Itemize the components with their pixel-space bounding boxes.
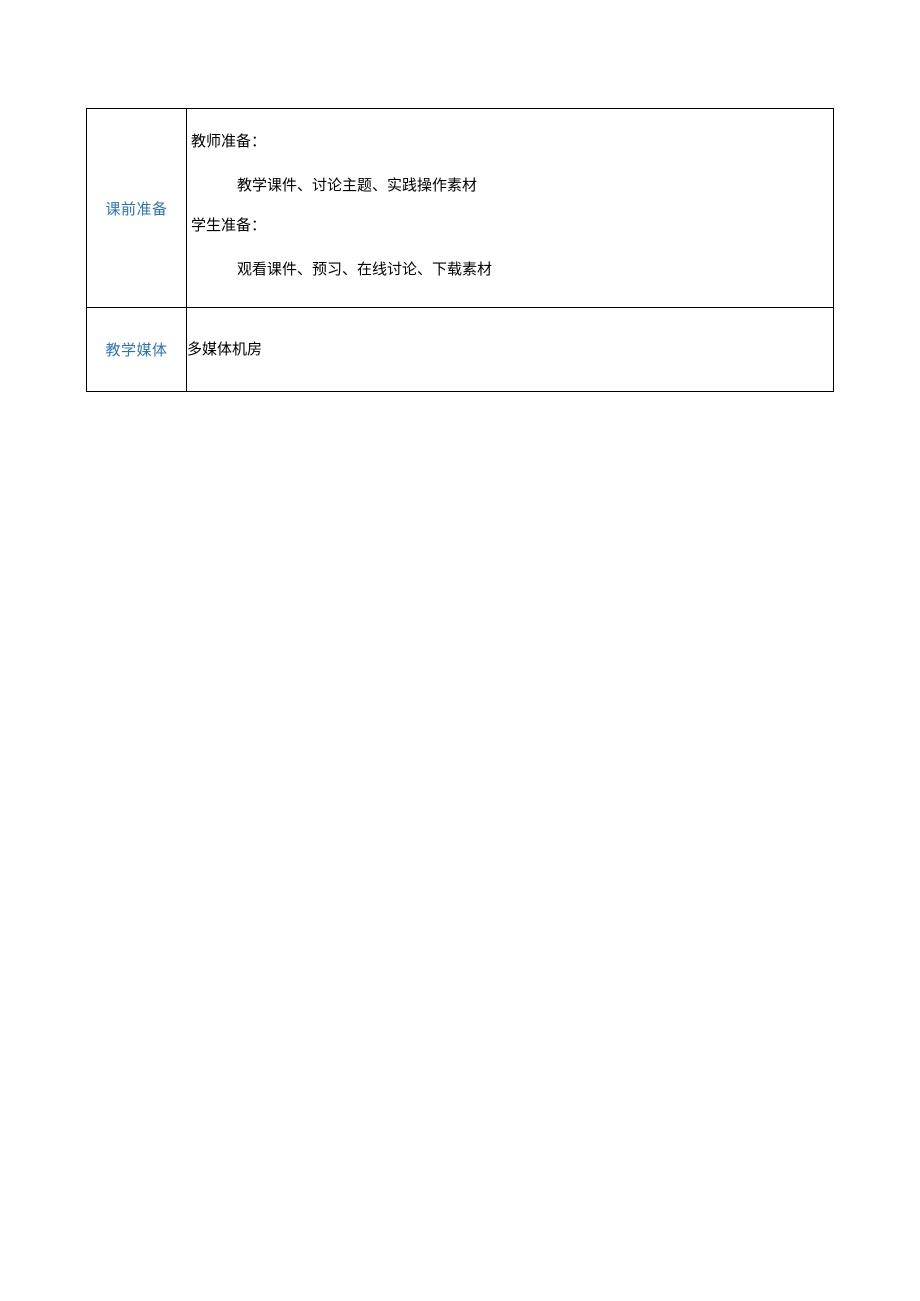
- media-value: 多媒体机房: [187, 342, 262, 358]
- row-media: 教学媒体 多媒体机房: [87, 308, 834, 392]
- label-preparation-text: 课前准备: [105, 202, 167, 218]
- content-preparation: 教师准备： 教学课件、讨论主题、实践操作素材 学生准备： 观看课件、预习、在线讨…: [187, 109, 834, 308]
- label-media-text: 教学媒体: [105, 343, 167, 359]
- student-prep-heading: 学生准备：: [191, 211, 829, 241]
- student-prep-detail: 观看课件、预习、在线讨论、下载素材: [191, 255, 829, 285]
- teacher-prep-heading: 教师准备：: [191, 127, 829, 157]
- teacher-prep-detail: 教学课件、讨论主题、实践操作素材: [191, 171, 829, 201]
- content-media: 多媒体机房: [187, 308, 834, 392]
- label-media: 教学媒体: [87, 308, 187, 392]
- label-preparation: 课前准备: [87, 109, 187, 308]
- row-preparation: 课前准备 教师准备： 教学课件、讨论主题、实践操作素材 学生准备： 观看课件、预…: [87, 109, 834, 308]
- lesson-plan-table: 课前准备 教师准备： 教学课件、讨论主题、实践操作素材 学生准备： 观看课件、预…: [86, 108, 834, 392]
